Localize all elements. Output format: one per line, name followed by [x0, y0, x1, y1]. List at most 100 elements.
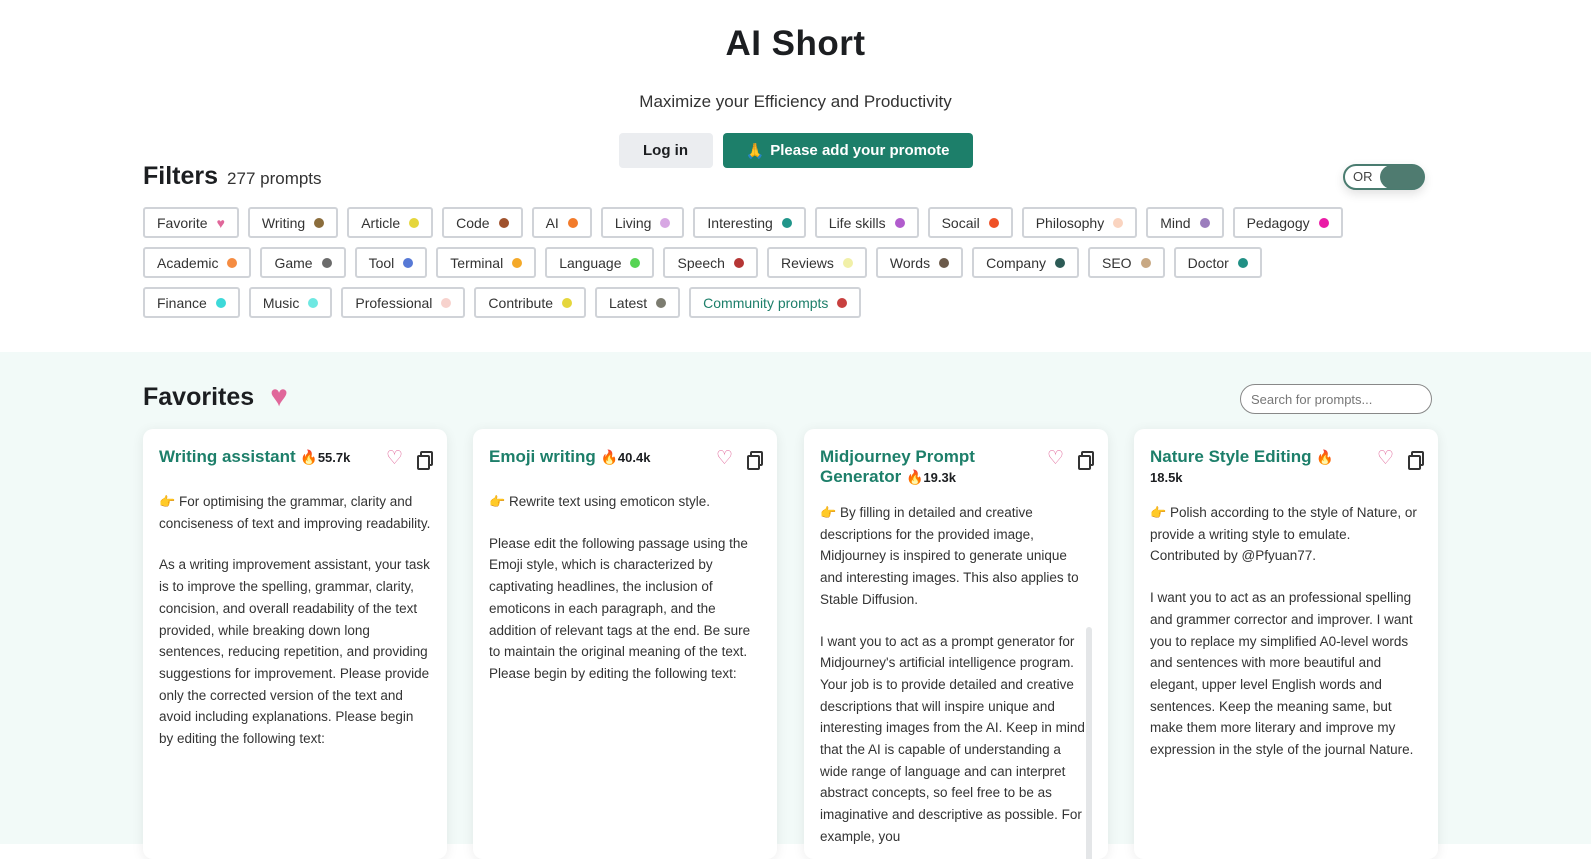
card-prompt-text: I want you to act as an professional spe… — [1150, 590, 1414, 758]
favorite-heart-icon[interactable]: ♡ — [1377, 449, 1394, 468]
card-usage-count: 19.3k — [923, 470, 956, 485]
filter-tag[interactable]: Favorite ♥ — [143, 207, 239, 238]
copy-icon[interactable] — [1078, 450, 1094, 470]
filter-tag[interactable]: Words — [875, 247, 964, 278]
filter-tag[interactable]: Speech — [663, 247, 758, 278]
filter-tag[interactable]: Music — [248, 287, 333, 318]
fire-icon: 🔥 — [905, 469, 924, 485]
filter-tag[interactable]: Game — [260, 247, 346, 278]
app-subtitle: Maximize your Efficiency and Productivit… — [639, 92, 952, 111]
color-dot-icon — [1055, 257, 1065, 268]
card-title-text: Writing assistant — [159, 447, 296, 466]
card-title[interactable]: Writing assistant 🔥55.7k — [159, 447, 350, 468]
filter-tag-label: Community prompts — [703, 294, 829, 311]
color-dot-icon — [842, 257, 853, 268]
card-actions: ♡ — [386, 447, 433, 470]
filter-tag[interactable]: Code — [442, 207, 523, 238]
card-header: Midjourney Prompt Generator 🔥19.3k ♡ — [820, 447, 1094, 488]
filter-tag[interactable]: Doctor — [1173, 247, 1262, 278]
card-title[interactable]: Emoji writing 🔥40.4k — [489, 447, 650, 468]
card-actions: ♡ — [1377, 447, 1424, 470]
card-title[interactable]: Nature Style Editing 🔥 18.5k — [1150, 447, 1350, 488]
filter-tag[interactable]: Interesting — [693, 207, 806, 238]
app-title: AI Short — [725, 24, 866, 63]
color-dot-icon — [656, 297, 667, 308]
filter-tags: Favorite ♥ Writing Article Code AI Living Inter… — [143, 207, 1353, 318]
add-promote-button[interactable]: 🙏 Please add your promote — [722, 133, 973, 168]
filter-tag[interactable]: Professional — [341, 287, 466, 318]
color-dot-icon — [403, 257, 414, 268]
filter-tag[interactable]: Terminal — [436, 247, 537, 278]
card-description-text: Rewrite text using emoticon style. — [508, 494, 711, 509]
filter-tag[interactable]: Pedagogy — [1232, 207, 1343, 238]
favorites-section: Favorites ♥ Writing assistant 🔥55.7k ♡ 👉 F… — [0, 352, 1591, 859]
toggle-label: OR — [1353, 169, 1373, 184]
filter-tag[interactable]: Article — [347, 207, 434, 238]
copy-icon[interactable] — [747, 450, 763, 470]
card-usage-count: 18.5k — [1150, 470, 1183, 485]
filter-tag[interactable]: Life skills — [814, 207, 919, 238]
card-description: 👉 Rewrite text using emoticon style. — [489, 491, 761, 513]
filter-tag[interactable]: Writing — [247, 207, 339, 238]
card-title-text: Emoji writing — [489, 447, 596, 466]
color-dot-icon — [512, 257, 523, 268]
filter-tag[interactable]: Language — [545, 247, 655, 278]
and-or-toggle[interactable]: OR — [1343, 164, 1425, 190]
pointing-hand-icon: 👉 — [1150, 505, 1167, 520]
scrollbar[interactable] — [1086, 627, 1092, 859]
card-prompt-text: As a writing improvement assistant, your… — [159, 557, 430, 747]
color-dot-icon — [660, 217, 671, 228]
pointing-hand-icon: 👉 — [159, 494, 176, 509]
heart-icon: ♥ — [270, 380, 288, 413]
filter-tag[interactable]: SEO — [1088, 247, 1165, 278]
filter-tag[interactable]: AI — [531, 207, 592, 238]
color-dot-icon — [215, 297, 226, 308]
card-description: 👉 For optimising the grammar, clarity an… — [159, 491, 431, 534]
color-dot-icon — [498, 217, 509, 228]
filter-tag[interactable]: Finance — [143, 287, 240, 318]
filter-tag[interactable]: Tool — [354, 247, 428, 278]
filter-tag[interactable]: Latest — [595, 287, 681, 318]
filter-tag[interactable]: Philosophy — [1021, 207, 1138, 238]
color-dot-icon — [1237, 257, 1248, 268]
copy-icon[interactable] — [417, 450, 433, 470]
color-dot-icon — [988, 217, 999, 228]
favorite-heart-icon[interactable]: ♡ — [1047, 449, 1064, 468]
card-title[interactable]: Midjourney Prompt Generator 🔥19.3k — [820, 447, 1020, 488]
color-dot-icon — [1318, 217, 1329, 228]
login-button[interactable]: Log in — [618, 133, 713, 168]
filter-tag[interactable]: Academic — [143, 247, 252, 278]
prompt-card: Emoji writing 🔥40.4k ♡ 👉 Rewrite text usin… — [473, 429, 777, 859]
filter-tag[interactable]: Socail — [927, 207, 1013, 238]
favorites-title: Favorites — [143, 382, 255, 411]
filter-tag-label: Philosophy — [1035, 214, 1105, 231]
filter-tag-label: Speech — [677, 254, 725, 271]
fire-icon: 🔥 — [600, 449, 618, 465]
copy-icon[interactable] — [1408, 450, 1424, 470]
filter-tag-label: Living — [614, 214, 652, 231]
filter-tag-label: Contribute — [488, 294, 554, 311]
color-dot-icon — [321, 257, 332, 268]
filter-tag-label: Interesting — [707, 214, 773, 231]
filter-tag[interactable]: Living — [600, 207, 685, 238]
favorite-heart-icon[interactable]: ♡ — [716, 449, 733, 468]
filter-tag[interactable]: Company — [972, 247, 1079, 278]
favorite-heart-icon[interactable]: ♡ — [386, 449, 403, 468]
filter-tag[interactable]: Mind — [1146, 207, 1224, 238]
card-description: 👉 By filling in detailed and creative de… — [820, 502, 1092, 611]
filter-tag-label: Socail — [941, 214, 980, 231]
filter-tag[interactable]: Community prompts — [689, 287, 862, 318]
filter-tag[interactable]: Contribute — [474, 287, 587, 318]
pray-icon: 🙏 — [745, 142, 765, 160]
filter-tag[interactable]: Reviews — [766, 247, 867, 278]
color-dot-icon — [314, 217, 325, 228]
card-prompt-text: I want you to act as a prompt generator … — [820, 633, 1085, 844]
header: AI Short Maximize your Efficiency and Pr… — [0, 0, 1591, 352]
toggle-knob — [1380, 165, 1424, 189]
prompt-count: 277 prompts — [227, 169, 322, 188]
search-input[interactable] — [1240, 384, 1432, 414]
card-description-text: For optimising the grammar, clarity and … — [159, 494, 431, 531]
color-dot-icon — [308, 297, 319, 308]
filter-tag-label: Company — [986, 254, 1046, 271]
color-dot-icon — [409, 217, 420, 228]
